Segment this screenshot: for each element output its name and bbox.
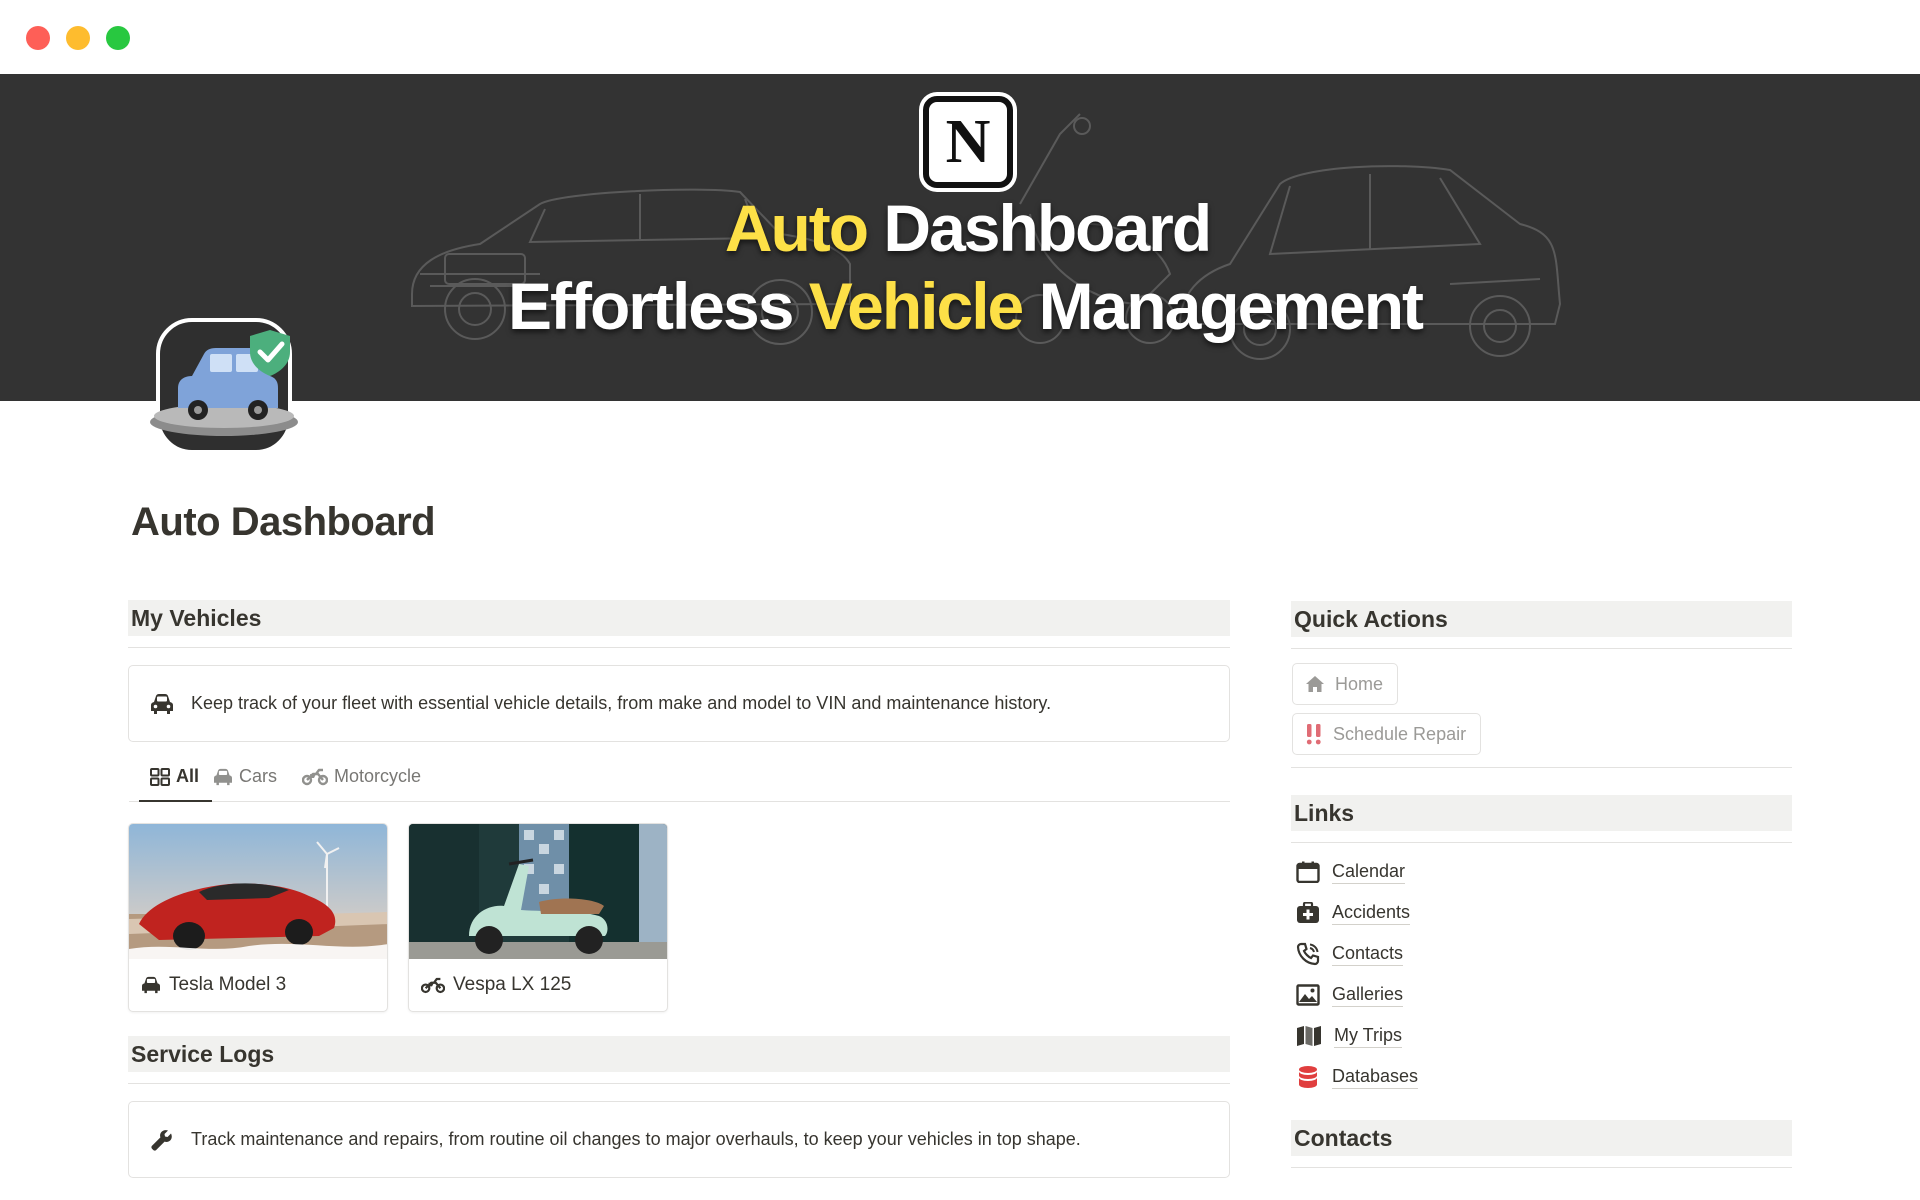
cover-headline-word: Management [1022, 269, 1424, 343]
first-aid-icon [1297, 902, 1319, 923]
schedule-repair-button[interactable]: Schedule Repair [1292, 713, 1482, 755]
link-databases[interactable]: Databases [1296, 1062, 1419, 1092]
motorcycle-icon [302, 768, 328, 786]
window-maximize-button[interactable] [106, 26, 130, 50]
database-icon [1299, 1066, 1317, 1088]
vehicles-view-tabs: All Cars Motorcycle [129, 758, 1230, 802]
home-icon [1306, 676, 1324, 692]
divider [1291, 648, 1792, 649]
link-label: My Trips [1334, 1024, 1403, 1048]
wrench-icon [149, 1127, 175, 1153]
link-calendar[interactable]: Calendar [1296, 857, 1406, 887]
divider [1291, 767, 1792, 768]
link-label: Databases [1332, 1065, 1419, 1089]
link-my-trips[interactable]: My Trips [1296, 1021, 1403, 1051]
cover-headline-word: Auto [724, 191, 869, 265]
gallery-icon [150, 768, 170, 786]
tesla-thumbnail-image [129, 824, 387, 959]
vehicle-card-caption: Tesla Model 3 [141, 974, 286, 996]
vehicle-card-caption: Vespa LX 125 [421, 974, 571, 996]
image-icon [1296, 984, 1320, 1006]
divider [128, 1083, 1230, 1084]
contacts-heading: Contacts [1291, 1120, 1792, 1158]
my-vehicles-heading: My Vehicles [128, 600, 1230, 638]
vehicle-name: Tesla Model 3 [169, 974, 287, 995]
vehicles-callout-text: Keep track of your fleet with essential … [191, 693, 1052, 713]
tab-motorcycle[interactable]: Motorcycle [302, 766, 421, 802]
home-button[interactable]: Home [1292, 663, 1399, 705]
tab-label: Cars [239, 766, 278, 786]
phone-icon [1296, 942, 1320, 966]
motorcycle-icon [421, 977, 445, 993]
car-icon [149, 691, 175, 717]
double-exclamation-icon [1306, 724, 1321, 745]
link-contacts[interactable]: Contacts [1296, 939, 1404, 969]
home-button-label: Home [1335, 673, 1384, 694]
service-logs-callout: Track maintenance and repairs, from rout… [128, 1101, 1230, 1178]
divider [1291, 1167, 1792, 1168]
vehicle-card-tesla[interactable]: Tesla Model 3 [128, 823, 388, 1012]
tab-cars[interactable]: Cars [213, 766, 277, 802]
tab-label: Motorcycle [334, 766, 422, 786]
window-close-button[interactable] [26, 26, 50, 50]
car-icon [142, 976, 160, 994]
car-icon [214, 768, 232, 786]
tab-label: All [176, 766, 200, 786]
notion-logo: N [923, 96, 1013, 188]
link-label: Contacts [1332, 942, 1404, 966]
link-accidents[interactable]: Accidents [1296, 898, 1411, 928]
link-galleries[interactable]: Galleries [1296, 980, 1404, 1010]
vespa-thumbnail-image [409, 824, 667, 959]
window-titlebar [0, 0, 1920, 74]
divider [128, 647, 1230, 648]
window-minimize-button[interactable] [66, 26, 90, 50]
schedule-repair-button-label: Schedule Repair [1333, 723, 1467, 744]
link-label: Calendar [1332, 860, 1406, 884]
cover-headline-word: Effortless [508, 269, 809, 343]
vehicle-name: Vespa LX 125 [453, 974, 572, 995]
link-label: Galleries [1332, 983, 1404, 1007]
cover-headline-word: Dashboard [867, 191, 1212, 265]
service-logs-callout-text: Track maintenance and repairs, from rout… [191, 1129, 1081, 1149]
notion-logo-letter: N [945, 108, 991, 176]
cover-headline-line-1: Auto Dashboard [0, 190, 1920, 266]
service-logs-heading: Service Logs [128, 1036, 1230, 1074]
page-title[interactable]: Auto Dashboard [131, 500, 436, 545]
cover-headline-word: Vehicle [808, 269, 1024, 343]
vehicle-card-vespa[interactable]: Vespa LX 125 [408, 823, 668, 1012]
map-icon [1297, 1026, 1321, 1046]
links-heading: Links [1291, 795, 1792, 833]
link-label: Accidents [1332, 901, 1411, 925]
divider [1291, 842, 1792, 843]
vehicles-callout: Keep track of your fleet with essential … [128, 665, 1230, 742]
tab-all[interactable]: All [139, 766, 212, 802]
calendar-icon [1296, 861, 1320, 883]
car-shield-icon[interactable] [148, 318, 300, 456]
quick-actions-heading: Quick Actions [1291, 601, 1792, 639]
